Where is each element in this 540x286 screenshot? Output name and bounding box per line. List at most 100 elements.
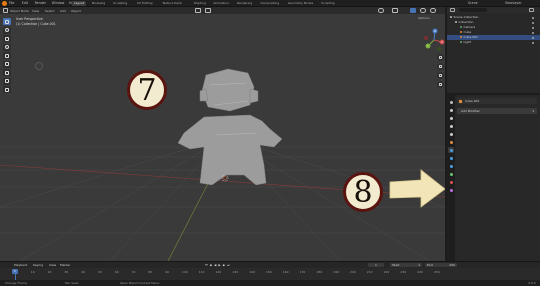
measure-tool[interactable] <box>3 77 11 85</box>
workspace-tab[interactable]: Layout <box>72 1 87 6</box>
play-reverse-icon[interactable]: ◀ <box>214 263 216 267</box>
visibility-eye-icon[interactable] <box>532 41 534 44</box>
app-menu-item[interactable]: Edit <box>22 1 28 5</box>
viewport-header: Object Mode View Select Add Object Optio… <box>0 7 445 20</box>
properties-tab[interactable] <box>448 171 454 177</box>
add-menu[interactable]: Add <box>60 9 66 13</box>
scene-name[interactable]: Scene <box>468 1 478 5</box>
view-menu-timeline[interactable]: View <box>49 263 56 267</box>
timeline-tick-label: 180 <box>316 269 323 274</box>
playback-menu[interactable]: Playback <box>14 263 27 267</box>
timeline-tick-label: 40 <box>81 269 86 274</box>
visibility-eye-icon[interactable] <box>532 26 534 29</box>
navigation-gizmo[interactable]: X Y Z <box>422 28 445 52</box>
transform-orientation-icon[interactable] <box>195 8 201 13</box>
filter-icon[interactable] <box>529 8 534 12</box>
outliner-item[interactable]: Light <box>447 40 540 45</box>
prev-key-icon[interactable]: ◆ <box>210 263 212 267</box>
editor-type-icon[interactable] <box>3 8 8 13</box>
properties-tab[interactable] <box>448 123 454 129</box>
jump-end-icon[interactable]: ⏭ <box>227 263 230 267</box>
ortho-toggle-button[interactable] <box>437 81 444 88</box>
workspace-tab[interactable]: UV Editing <box>135 1 155 6</box>
workspace-tab[interactable]: Rendering <box>235 1 254 6</box>
zoom-icon <box>439 56 442 59</box>
workspace-tab[interactable]: Geometry Nodes <box>286 1 315 6</box>
current-frame-field[interactable]: 1 <box>368 263 384 267</box>
properties-tab[interactable] <box>448 107 454 113</box>
zoom-view-button[interactable] <box>437 54 444 61</box>
outliner-search-input[interactable] <box>459 8 487 12</box>
transform-tool[interactable] <box>3 60 11 68</box>
properties-tab[interactable] <box>448 139 454 145</box>
app-menu-item[interactable]: Render <box>35 1 46 5</box>
keying-menu[interactable]: Keying <box>33 263 43 267</box>
properties-tab[interactable] <box>448 131 454 137</box>
next-key-icon[interactable]: ◆ <box>223 263 225 267</box>
rendered-shading-icon[interactable] <box>430 8 436 13</box>
properties-panel: Cube.001 Add Modifier ▾ <box>447 95 540 261</box>
properties-tab[interactable] <box>448 155 454 161</box>
app-menu-item[interactable]: Window <box>52 1 65 5</box>
visibility-icon[interactable] <box>378 8 384 13</box>
start-frame-field[interactable]: Start 1 <box>390 263 422 267</box>
workspace-tab[interactable]: Texture Paint <box>160 1 183 6</box>
object-menu[interactable]: Object <box>71 9 81 13</box>
properties-tab[interactable] <box>448 115 454 121</box>
app-menu-item[interactable]: File <box>9 1 14 5</box>
jump-start-icon[interactable]: ⏮ <box>205 263 208 267</box>
timeline-tick-label: 110 <box>198 269 205 274</box>
annotate-tool[interactable] <box>3 69 11 76</box>
timeline-header: Playback Keying View Marker ⏮ ◆ ◀ ▶ ◆ ⏭ … <box>0 262 540 268</box>
visibility-eye-icon[interactable] <box>532 31 534 34</box>
select-box-tool[interactable] <box>3 18 11 25</box>
workspace-tab[interactable]: Scripting <box>319 1 336 6</box>
rotate-tool[interactable] <box>3 43 11 51</box>
play-icon[interactable]: ▶ <box>218 263 220 267</box>
outliner-item-icon <box>460 36 462 38</box>
step-7-label: 7 <box>137 72 157 108</box>
add-cube-tool[interactable] <box>3 86 11 93</box>
workspace-tab[interactable]: Sculpting <box>111 1 129 6</box>
timeline-tick-label: 30 <box>64 269 69 274</box>
workspace-tab[interactable]: Shading <box>192 1 208 6</box>
scale-tool[interactable] <box>3 52 11 59</box>
cursor-tool[interactable] <box>3 26 11 34</box>
workspace-tab[interactable]: Compositing <box>258 1 281 6</box>
end-frame-value: 250 <box>449 263 455 267</box>
timeline-ruler[interactable]: 0102030405060708090100110120130140150160… <box>0 269 540 274</box>
snap-icon[interactable] <box>205 8 211 13</box>
visibility-eye-icon[interactable] <box>532 16 534 19</box>
properties-tab[interactable] <box>448 179 454 185</box>
solid-shading-icon[interactable] <box>410 8 416 13</box>
properties-tab-icon <box>449 172 453 176</box>
visibility-eye-icon[interactable] <box>532 21 534 24</box>
blender-logo-icon[interactable] <box>2 1 7 6</box>
chevron-down-icon: ▾ <box>532 108 534 113</box>
marker-menu[interactable]: Marker <box>60 263 70 267</box>
add-modifier-button[interactable]: Add Modifier ▾ <box>457 108 537 114</box>
camera-view-button[interactable] <box>437 72 444 79</box>
move-tool[interactable] <box>3 35 11 42</box>
end-frame-field[interactable]: End 250 <box>425 263 457 267</box>
monkey-mesh[interactable] <box>170 65 290 185</box>
view-menu[interactable]: View <box>32 9 39 13</box>
status-right: Open Blend Context Menu <box>120 281 160 285</box>
object-name-field[interactable]: Cube.001 <box>465 99 479 103</box>
options-button[interactable]: Options <box>418 16 430 20</box>
overlay-icon[interactable] <box>392 8 398 13</box>
properties-tab[interactable] <box>448 163 454 169</box>
properties-tab[interactable] <box>448 187 454 193</box>
visibility-eye-icon[interactable] <box>532 36 534 39</box>
workspace-tab[interactable]: Modeling <box>90 1 108 6</box>
view-layer-name[interactable]: ViewLayer <box>505 1 521 5</box>
outliner-editor-icon[interactable] <box>450 8 455 12</box>
select-menu[interactable]: Select <box>45 9 54 13</box>
material-shading-icon[interactable] <box>420 8 426 13</box>
properties-tab[interactable] <box>448 147 454 153</box>
pan-view-button[interactable] <box>437 63 444 70</box>
mode-dropdown[interactable]: Object Mode <box>10 9 29 13</box>
3d-viewport[interactable]: Object Mode View Select Add Object Optio… <box>0 7 445 261</box>
properties-tab[interactable] <box>448 99 454 105</box>
workspace-tab[interactable]: Animation <box>211 1 230 6</box>
